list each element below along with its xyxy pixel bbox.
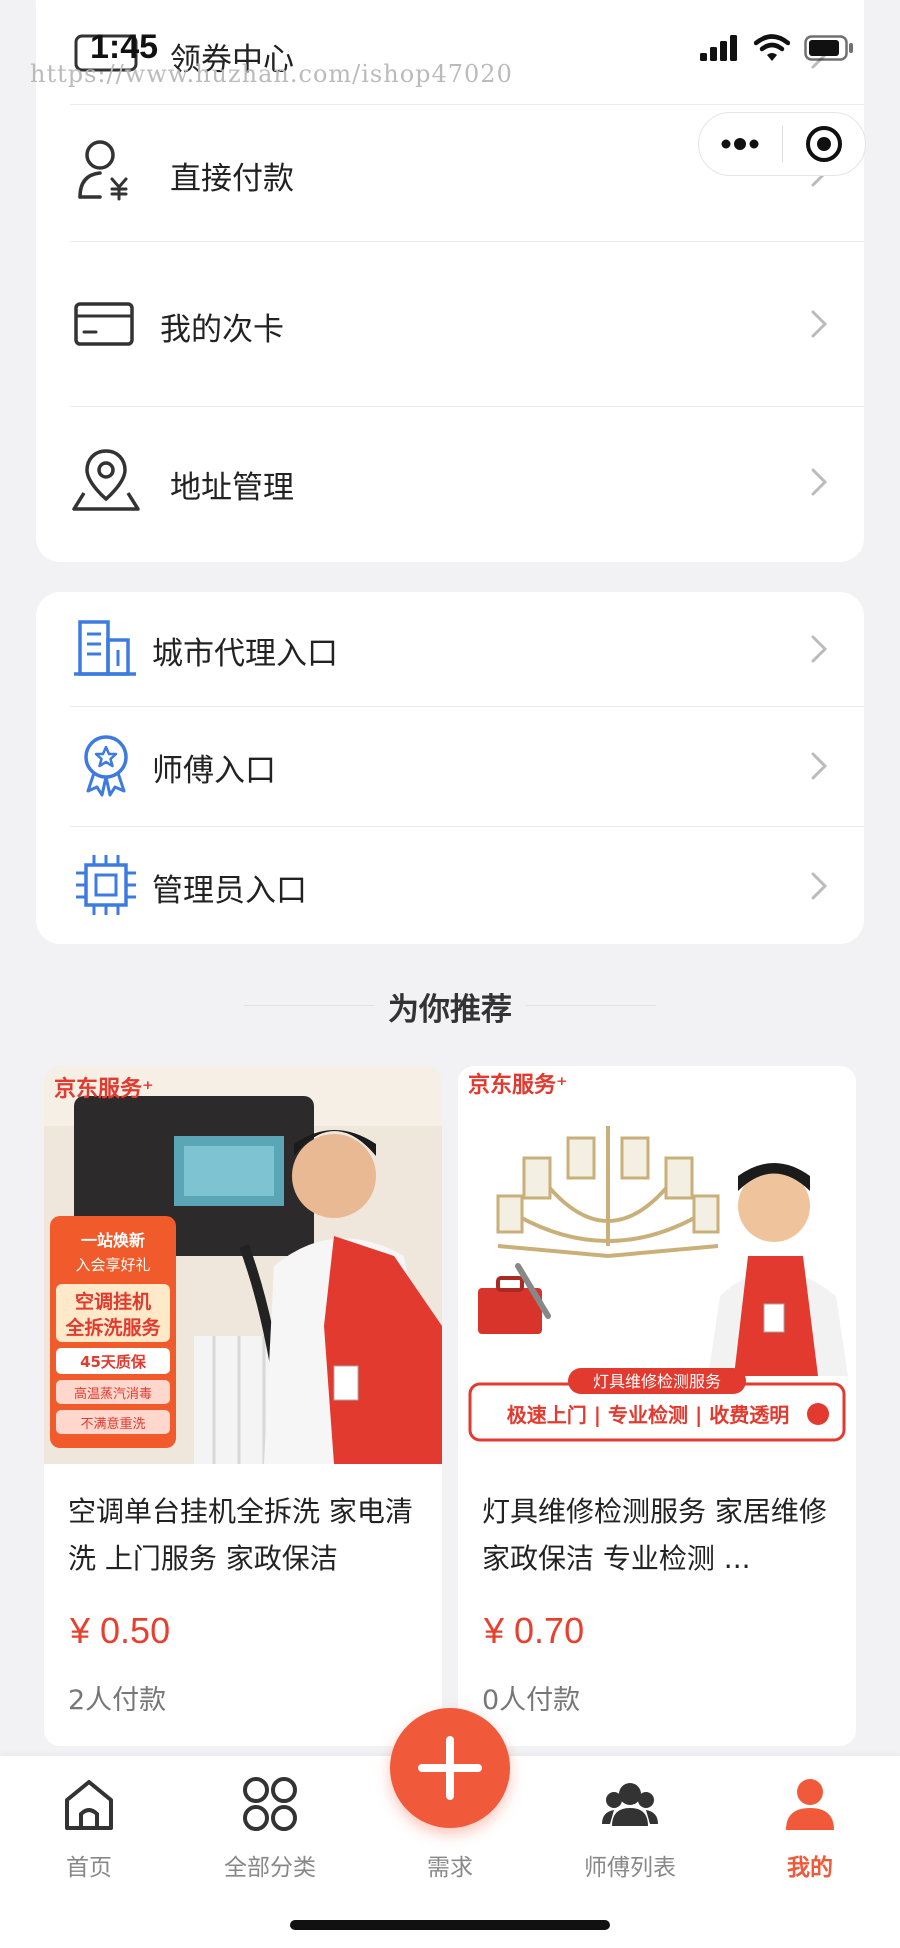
chevron-right-icon	[811, 310, 828, 338]
post-demand-fab[interactable]	[390, 1708, 510, 1828]
award-badge-icon	[70, 729, 142, 801]
signal-icon	[700, 35, 737, 61]
chevron-right-icon	[811, 872, 828, 900]
menu-item-label: 地址管理	[170, 470, 294, 506]
chevron-right-icon	[811, 752, 828, 780]
target-icon	[805, 126, 842, 162]
plus-icon	[418, 1736, 482, 1800]
status-bar: 1:45 https://www.huzhan.com/ishop47020	[0, 0, 900, 100]
chevron-right-icon	[811, 635, 828, 663]
product-price: ¥ 0.70	[484, 1610, 585, 1651]
menu-item-admin-entry[interactable]: 管理员入口	[36, 827, 864, 944]
product-sold-count: 2人付款	[68, 1685, 167, 1716]
tab-all-categories[interactable]: 全部分类	[205, 1756, 335, 1896]
brand-text: 京东服务⁺	[54, 1076, 154, 1102]
card-icon	[70, 288, 142, 360]
battery-icon	[804, 35, 853, 61]
menu-item-address[interactable]: 地址管理	[36, 407, 864, 557]
chip-icon	[70, 849, 142, 921]
tab-label: 全部分类	[224, 1855, 316, 1881]
menu-card-entries: 城市代理入口 师傅入口 管理员入口	[36, 592, 864, 944]
tab-label: 我的	[787, 1855, 833, 1881]
promo-line: 高温蒸汽消毒	[74, 1386, 152, 1402]
menu-item-label: 师傅入口	[152, 753, 276, 789]
close-miniprogram-button[interactable]	[783, 113, 866, 175]
product-card[interactable]: 京东服务⁺ 灯具维修检测服务 极速上门 | 专业检测 | 收费透明 灯具维修检测…	[458, 1066, 856, 1746]
person-yen-icon	[70, 135, 142, 207]
group-icon	[602, 1783, 658, 1826]
more-dots-icon	[721, 138, 759, 150]
menu-item-label: 我的次卡	[160, 312, 284, 348]
menu-item-my-card[interactable]: 我的次卡	[36, 242, 864, 406]
menu-item-label: 直接付款	[170, 161, 294, 197]
promo-line: 全拆洗服务	[64, 1316, 161, 1339]
recommend-header: 为你推荐	[0, 980, 900, 1030]
menu-item-label: 城市代理入口	[152, 636, 338, 672]
map-pin-icon	[70, 443, 142, 515]
product-title: 空调单台挂机全拆洗 家电清洗 上门服务 家政保洁	[68, 1495, 413, 1575]
more-button[interactable]	[699, 113, 782, 175]
promo-line: 不满意重洗	[80, 1416, 145, 1432]
wifi-icon	[754, 34, 790, 61]
promo-line: 45天质保	[80, 1353, 147, 1371]
tab-label: 首页	[66, 1855, 112, 1881]
brand-text: 京东服务⁺	[468, 1072, 568, 1098]
product-image-lamp-repair: 京东服务⁺ 灯具维修检测服务 极速上门 | 专业检测 | 收费透明	[458, 1066, 856, 1464]
watermark-text: https://www.huzhan.com/ishop47020	[30, 60, 513, 88]
miniprogram-capsule	[698, 112, 866, 176]
promo-line: 空调挂机	[75, 1290, 151, 1313]
banner-top-text: 灯具维修检测服务	[593, 1372, 721, 1391]
menu-item-city-agent[interactable]: 城市代理入口	[36, 592, 864, 706]
divider-right	[526, 1005, 656, 1006]
user-icon	[786, 1779, 834, 1830]
promo-line: 入会享好礼	[75, 1256, 150, 1274]
home-icon	[65, 1780, 113, 1830]
grid-icon	[243, 1777, 297, 1831]
home-indicator	[290, 1920, 610, 1930]
product-card[interactable]: 京东服务⁺ 一站焕新 入会享好礼 空调挂机 全拆洗服务 45天质保 高温蒸汽消毒…	[44, 1066, 442, 1746]
product-title: 灯具维修检测服务 家居维修 家政保洁 专业检测 ...	[482, 1495, 827, 1575]
tab-label: 需求	[427, 1855, 473, 1881]
promo-line: 一站焕新	[81, 1231, 145, 1250]
tab-home[interactable]: 首页	[24, 1756, 154, 1896]
product-image-ac-cleaning: 京东服务⁺ 一站焕新 入会享好礼 空调挂机 全拆洗服务 45天质保 高温蒸汽消毒…	[44, 1066, 442, 1464]
status-icons	[700, 34, 854, 62]
tab-label: 师傅列表	[584, 1855, 676, 1881]
banner-main-text: 极速上门 | 专业检测 | 收费透明	[507, 1403, 789, 1427]
tab-master-list[interactable]: 师傅列表	[565, 1756, 695, 1896]
menu-item-label: 管理员入口	[152, 873, 307, 909]
menu-item-master-entry[interactable]: 师傅入口	[36, 707, 864, 826]
product-price: ¥ 0.50	[70, 1610, 171, 1651]
tab-mine[interactable]: 我的	[745, 1756, 875, 1896]
recommend-title: 为你推荐	[388, 992, 512, 1028]
building-icon	[70, 612, 142, 684]
chevron-right-icon	[811, 468, 828, 496]
